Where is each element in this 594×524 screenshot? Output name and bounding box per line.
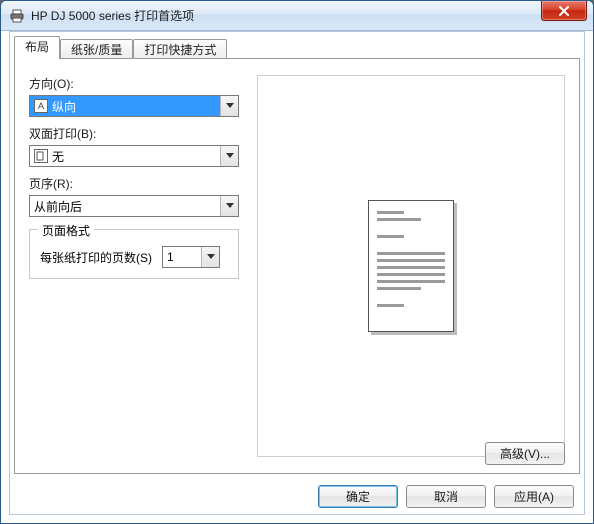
advanced-button-label: 高级(V)... bbox=[500, 445, 550, 462]
duplex-value-row: 无 bbox=[30, 146, 220, 166]
tab-shortcuts[interactable]: 打印快捷方式 bbox=[133, 39, 227, 59]
dropdown-arrow[interactable] bbox=[220, 146, 238, 166]
duplex-value: 无 bbox=[52, 148, 64, 165]
dialog-window: HP DJ 5000 series 打印首选项 布局 纸张/质量 打印快捷方式 … bbox=[0, 0, 594, 524]
pageorder-value: 从前向后 bbox=[34, 198, 82, 215]
chevron-down-icon bbox=[226, 153, 234, 159]
window-title: HP DJ 5000 series 打印首选项 bbox=[31, 7, 593, 24]
pages-per-sheet-label: 每张纸打印的页数(S) bbox=[40, 249, 152, 266]
tab-layout[interactable]: 布局 bbox=[14, 36, 60, 59]
orientation-group: 方向(O): A 纵向 bbox=[29, 75, 239, 117]
apply-button-label: 应用(A) bbox=[514, 488, 554, 505]
duplex-group: 双面打印(B): 无 bbox=[29, 125, 239, 167]
dropdown-arrow[interactable] bbox=[220, 96, 238, 116]
client-area: 布局 纸张/质量 打印快捷方式 方向(O): A 纵向 bbox=[9, 31, 585, 515]
chevron-down-icon bbox=[207, 254, 215, 260]
dropdown-arrow[interactable] bbox=[220, 196, 238, 216]
duplex-label: 双面打印(B): bbox=[29, 125, 239, 142]
tab-underline bbox=[14, 58, 580, 59]
portrait-icon: A bbox=[34, 99, 48, 113]
preview-page-icon bbox=[368, 200, 454, 332]
orientation-select[interactable]: A 纵向 bbox=[29, 95, 239, 117]
pageorder-label: 页序(R): bbox=[29, 175, 239, 192]
duplex-none-icon bbox=[34, 149, 48, 163]
dropdown-arrow[interactable] bbox=[201, 247, 219, 267]
orientation-value: 纵向 bbox=[52, 98, 76, 115]
tab-label: 打印快捷方式 bbox=[144, 43, 216, 57]
chevron-down-icon bbox=[226, 103, 234, 109]
pages-per-sheet-value: 1 bbox=[167, 250, 174, 264]
pages-per-sheet-select[interactable]: 1 bbox=[162, 246, 220, 268]
pageorder-select[interactable]: 从前向后 bbox=[29, 195, 239, 217]
cancel-button-label: 取消 bbox=[434, 488, 458, 505]
close-button[interactable] bbox=[541, 1, 587, 21]
apply-button[interactable]: 应用(A) bbox=[494, 485, 574, 508]
duplex-select[interactable]: 无 bbox=[29, 145, 239, 167]
cancel-button[interactable]: 取消 bbox=[406, 485, 486, 508]
pageformat-group: 页面格式 每张纸打印的页数(S) 1 bbox=[29, 229, 239, 279]
page-preview bbox=[257, 75, 565, 457]
pages-per-sheet-row: 每张纸打印的页数(S) 1 bbox=[40, 246, 228, 268]
tab-paper-quality[interactable]: 纸张/质量 bbox=[60, 39, 133, 59]
titlebar: HP DJ 5000 series 打印首选项 bbox=[1, 1, 593, 31]
layout-panel: 方向(O): A 纵向 双面打印(B): bbox=[14, 59, 580, 474]
pageorder-group: 页序(R): 从前向后 bbox=[29, 175, 239, 217]
advanced-button[interactable]: 高级(V)... bbox=[485, 442, 565, 465]
orientation-label: 方向(O): bbox=[29, 75, 239, 92]
pageorder-value-row: 从前向后 bbox=[30, 196, 220, 216]
orientation-value-row: A 纵向 bbox=[30, 96, 220, 116]
tab-label: 纸张/质量 bbox=[71, 43, 122, 57]
close-icon bbox=[558, 6, 570, 16]
layout-controls: 方向(O): A 纵向 双面打印(B): bbox=[29, 75, 239, 457]
printer-icon bbox=[9, 8, 25, 24]
tabstrip: 布局 纸张/质量 打印快捷方式 bbox=[10, 32, 584, 59]
advanced-row: 高级(V)... bbox=[485, 442, 565, 465]
pageformat-legend: 页面格式 bbox=[38, 222, 94, 239]
ok-button[interactable]: 确定 bbox=[318, 485, 398, 508]
tab-label: 布局 bbox=[25, 40, 49, 54]
pps-value-row: 1 bbox=[163, 247, 201, 267]
dialog-buttons: 确定 取消 应用(A) bbox=[318, 485, 574, 508]
ok-button-label: 确定 bbox=[346, 488, 370, 505]
chevron-down-icon bbox=[226, 203, 234, 209]
